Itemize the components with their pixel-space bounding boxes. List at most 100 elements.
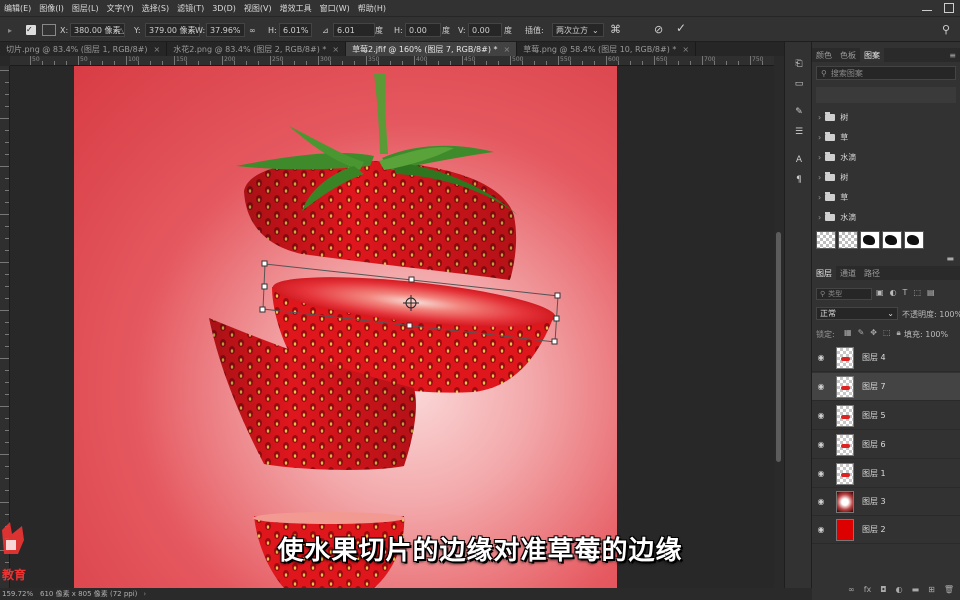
layer-row[interactable]: ◉ 图层 6	[812, 431, 960, 459]
pattern-swatch[interactable]	[882, 231, 902, 249]
visibility-eye-icon[interactable]: ◉	[812, 382, 830, 391]
v-skew-field[interactable]: 0.00	[468, 23, 502, 37]
shape-filter-icon[interactable]: ⬚	[913, 288, 921, 297]
layer-row[interactable]: ◉ 图层 2	[812, 516, 960, 544]
panel-menu-icon[interactable]: ≡	[949, 51, 956, 60]
pattern-group-water-2[interactable]: › 水滴	[818, 208, 856, 226]
pattern-group-tree[interactable]: › 树	[818, 108, 848, 126]
menu-help[interactable]: 帮助(H)	[354, 3, 390, 14]
delta-icon[interactable]: △	[118, 23, 124, 37]
tab-strawberry[interactable]: 草莓.png @ 58.4% (图层 10, RGB/8#) * ×	[517, 42, 697, 56]
character-icon[interactable]: A	[793, 154, 805, 166]
adjustment-layer-icon[interactable]: ◐	[896, 585, 903, 594]
cancel-transform-icon[interactable]: ⊘	[654, 22, 663, 36]
pattern-swatch[interactable]	[816, 231, 836, 249]
horizontal-ruler[interactable]: 50 50 100 150 200 250 300 350 400 450 500 550 600 650…	[10, 56, 774, 66]
visibility-eye-icon[interactable]: ◉	[812, 469, 830, 478]
search-icon[interactable]: ⚲	[942, 22, 950, 36]
new-group-icon[interactable]: ▬	[912, 585, 920, 594]
tab-patterns[interactable]: 图案	[860, 48, 884, 62]
delete-layer-icon[interactable]: 🗑︎	[944, 585, 954, 594]
new-pattern-folder-icon[interactable]: ▬	[946, 254, 954, 263]
tab-paths[interactable]: 路径	[860, 266, 884, 280]
warp-icon[interactable]: ⌘	[610, 22, 621, 36]
tab-layers[interactable]: 图层	[812, 266, 836, 280]
layer-kind-filter[interactable]: ⚲ 类型	[816, 288, 872, 300]
scroll-thumb[interactable]	[776, 232, 781, 462]
layer-name[interactable]: 图层 7	[862, 381, 886, 392]
menu-window[interactable]: 窗口(W)	[316, 3, 354, 14]
menu-type[interactable]: 文字(Y)	[103, 3, 138, 14]
pattern-group-water[interactable]: › 水滴	[818, 148, 856, 166]
tab-slice[interactable]: 切片.png @ 83.4% (图层 1, RGB/8#) ×	[0, 42, 168, 56]
tab-strawberry2[interactable]: 草莓2.jfif @ 160% (图层 7, RGB/8#) * ×	[346, 42, 518, 56]
pattern-swatch[interactable]	[860, 231, 880, 249]
blend-mode-select[interactable]: 正常 ⌄	[816, 307, 898, 320]
menu-select[interactable]: 选择(S)	[138, 3, 173, 14]
opacity-value[interactable]: 100%	[939, 310, 960, 319]
pattern-swatch[interactable]	[838, 231, 858, 249]
lock-transparency-icon[interactable]: ▦	[844, 328, 852, 338]
chevron-right-icon[interactable]: ›	[143, 590, 146, 598]
history-icon[interactable]: ⎗	[793, 58, 805, 70]
layer-name[interactable]: 图层 3	[862, 496, 886, 507]
layer-row[interactable]: ◉ 图层 1	[812, 460, 960, 488]
lock-all-icon[interactable]: 🔒︎	[897, 328, 901, 338]
menu-image[interactable]: 图像(I)	[35, 3, 68, 14]
vertical-ruler[interactable]	[0, 66, 10, 588]
close-icon[interactable]: ×	[504, 45, 511, 54]
menu-3d[interactable]: 3D(D)	[208, 4, 240, 13]
y-field[interactable]: 379.00 像素	[145, 23, 200, 37]
visibility-eye-icon[interactable]: ◉	[812, 440, 830, 449]
pixel-filter-icon[interactable]: ▣	[876, 288, 884, 297]
type-filter-icon[interactable]: T	[903, 288, 908, 297]
opacity-control[interactable]: 不透明度: 100%	[902, 309, 960, 320]
menu-plugins[interactable]: 增效工具	[276, 3, 316, 14]
layer-name[interactable]: 图层 6	[862, 439, 886, 450]
paragraph-icon[interactable]: ¶	[793, 174, 805, 186]
menu-view[interactable]: 视图(V)	[240, 3, 276, 14]
commit-transform-icon[interactable]: ✓	[676, 21, 686, 35]
tab-channels[interactable]: 通道	[836, 266, 860, 280]
fill-value[interactable]: 100%	[925, 330, 948, 339]
pattern-size-slider[interactable]	[816, 87, 956, 103]
visibility-eye-icon[interactable]: ◉	[812, 497, 830, 506]
fill-control[interactable]: 填充: 100%	[904, 329, 948, 340]
x-field[interactable]: 380.00 像素	[70, 23, 125, 37]
w-field[interactable]: 37.96%	[206, 23, 245, 37]
layer-row[interactable]: ◉ 图层 4	[812, 344, 960, 372]
adjustments-icon[interactable]: ☰	[793, 126, 805, 138]
link-layers-icon[interactable]: ∞	[848, 585, 855, 594]
minimize-icon[interactable]	[922, 5, 932, 11]
maximize-icon[interactable]	[944, 3, 954, 13]
pattern-swatch[interactable]	[904, 231, 924, 249]
add-mask-icon[interactable]: ◘	[880, 585, 886, 594]
brush-icon[interactable]: ✎	[793, 106, 805, 118]
vertical-scrollbar[interactable]	[774, 56, 784, 588]
menu-filter[interactable]: 滤镜(T)	[173, 3, 208, 14]
layer-name[interactable]: 图层 4	[862, 352, 886, 363]
reference-point-checkbox[interactable]: ✓	[26, 25, 36, 35]
visibility-eye-icon[interactable]: ◉	[812, 525, 830, 534]
layer-name[interactable]: 图层 5	[862, 410, 886, 421]
tool-preset-icon[interactable]: ▸	[8, 23, 12, 37]
smart-object-filter-icon[interactable]: ▤	[927, 288, 935, 297]
fx-icon[interactable]: fx	[864, 585, 872, 594]
angle-field[interactable]: 6.01	[333, 23, 375, 37]
h-field[interactable]: 6.01%	[279, 23, 313, 37]
lock-position-icon[interactable]: ✥	[870, 328, 877, 338]
layer-name[interactable]: 图层 1	[862, 468, 886, 479]
interpolation-select[interactable]: 两次立方 ⌄	[552, 23, 604, 37]
reference-point-grid-icon[interactable]	[42, 24, 56, 36]
layer-row[interactable]: ◉ 图层 5	[812, 402, 960, 430]
canvas-area[interactable]	[10, 66, 774, 588]
new-layer-icon[interactable]: ⊞	[928, 585, 935, 594]
layer-row-selected[interactable]: ◉ 图层 7	[812, 373, 960, 401]
layer-row[interactable]: ◉ 图层 3	[812, 488, 960, 516]
visibility-eye-icon[interactable]: ◉	[812, 353, 830, 362]
zoom-level[interactable]: 159.72%	[0, 590, 34, 598]
document-canvas[interactable]	[74, 66, 617, 588]
link-icon[interactable]: ∞	[249, 23, 256, 37]
comments-icon[interactable]: ▭	[793, 78, 805, 90]
pattern-group-grass-2[interactable]: › 草	[818, 188, 848, 206]
